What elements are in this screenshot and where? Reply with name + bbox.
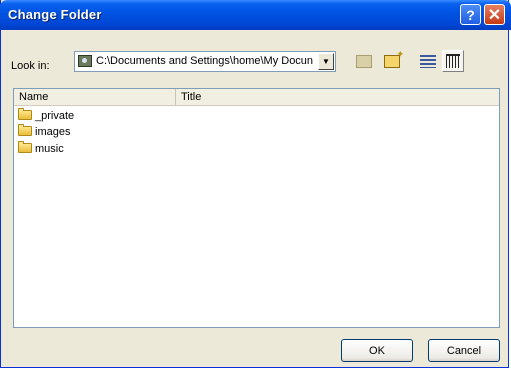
ok-button[interactable]: OK: [341, 339, 413, 362]
window-title: Change Folder: [8, 7, 102, 22]
look-in-path: C:\Documents and Settings\home\My Docun: [96, 55, 314, 67]
folder-list[interactable]: Name Title _private images music: [13, 88, 500, 328]
cancel-button[interactable]: Cancel: [428, 339, 500, 362]
help-icon: ?: [466, 6, 475, 23]
chevron-down-icon: ▼: [322, 57, 330, 66]
list-item-name: music: [35, 143, 64, 155]
list-item-name: images: [35, 126, 71, 138]
folder-icon: [18, 141, 32, 154]
change-folder-dialog: Change Folder ? ✕ Look in: C:\Documents …: [0, 0, 511, 368]
help-button[interactable]: ?: [460, 4, 481, 25]
new-folder-button[interactable]: [381, 49, 404, 72]
look-in-label: Look in:: [11, 60, 50, 72]
title-bar[interactable]: Change Folder ? ✕: [0, 0, 511, 30]
list-view-icon: [420, 54, 436, 68]
dropdown-arrow-button[interactable]: ▼: [318, 53, 334, 70]
column-header-name[interactable]: Name: [14, 89, 176, 105]
drive-icon: [78, 55, 92, 67]
folder-icon: [18, 108, 32, 121]
list-item-name: _private: [35, 110, 75, 122]
folder-icon: [18, 124, 32, 137]
list-header: Name Title: [14, 89, 499, 106]
list-item[interactable]: _private: [18, 108, 74, 124]
details-view-icon: [446, 54, 460, 68]
list-view-button[interactable]: [417, 50, 439, 72]
column-header-title[interactable]: Title: [176, 89, 499, 105]
close-icon: ✕: [487, 6, 502, 24]
up-one-level-button[interactable]: [353, 50, 375, 72]
list-item[interactable]: images: [18, 124, 70, 140]
list-item[interactable]: music: [18, 141, 64, 157]
new-folder-icon: [384, 49, 404, 68]
details-view-button[interactable]: [442, 50, 464, 72]
up-folder-icon: [356, 54, 372, 68]
close-button[interactable]: ✕: [484, 4, 505, 25]
look-in-dropdown[interactable]: C:\Documents and Settings\home\My Docun …: [74, 51, 336, 72]
